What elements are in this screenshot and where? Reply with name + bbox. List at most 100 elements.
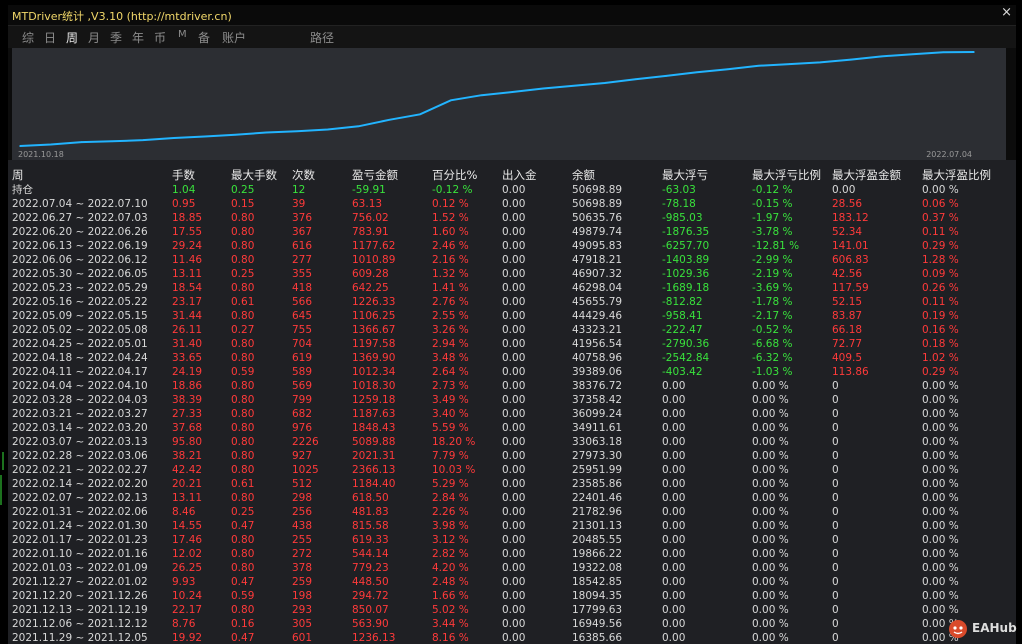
table-row: 2022.06.13 ~ 2022.06.19 29.24 0.80 616 1177.… xyxy=(8,239,1016,253)
col-week: 2022.02.28 ~ 2022.03.06 xyxy=(12,450,148,462)
col-percent: 2.46 % xyxy=(432,240,469,252)
col-max-float-profit: 0 xyxy=(832,562,839,574)
tab-day[interactable]: 日 xyxy=(44,29,56,46)
tab-path[interactable]: 路径 xyxy=(310,29,334,46)
col-max-float-loss-pct: 0.00 % xyxy=(752,632,789,644)
col-balance: 41956.54 xyxy=(572,338,623,350)
title-bar[interactable]: MTDriver统计 ,V3.10 (http://mtdriver.cn) × xyxy=(8,5,1016,26)
col-trades: 376 xyxy=(292,212,313,224)
equity-point xyxy=(265,131,267,134)
col-max-float-profit: 0 xyxy=(832,422,839,434)
col-max-float-loss: -1403.89 xyxy=(662,254,710,266)
col-max-float-profit-pct: 0.16 % xyxy=(922,324,959,336)
col-deposit: 0.00 xyxy=(502,548,526,560)
tab-note[interactable]: 备 xyxy=(198,29,210,46)
col-max-lots: 0.25 xyxy=(231,506,255,518)
col-max-float-loss: 0.00 xyxy=(662,450,686,462)
col-lots: 18.86 xyxy=(172,380,203,392)
col-week: 2022.05.02 ~ 2022.05.08 xyxy=(12,324,148,336)
tab-summary[interactable]: 综 xyxy=(22,29,34,46)
col-max-float-profit: 0 xyxy=(832,408,839,420)
equity-point xyxy=(727,68,729,70)
col-max-float-profit: 113.86 xyxy=(832,366,869,378)
tab-week[interactable]: 周 xyxy=(66,29,78,46)
col-max-float-profit-pct: 0.29 % xyxy=(922,240,959,252)
col-max-float-loss-pct: 0.00 % xyxy=(752,450,789,462)
equity-point xyxy=(80,141,83,143)
col-deposit: 0.00 xyxy=(502,576,526,588)
close-icon[interactable]: × xyxy=(1001,5,1012,20)
tab-account[interactable]: 账户 xyxy=(222,29,246,46)
col-week: 持仓 xyxy=(12,184,33,196)
col-lots: 10.24 xyxy=(172,590,203,602)
col-max-float-loss: 0.00 xyxy=(662,492,686,504)
col-max-lots: 0.61 xyxy=(231,296,255,308)
equity-point xyxy=(911,53,914,55)
equity-point xyxy=(173,137,175,139)
col-balance: 19866.22 xyxy=(572,548,623,560)
col-trades: 39 xyxy=(292,198,306,210)
col-lots: 38.21 xyxy=(172,450,203,462)
col-lots: 37.68 xyxy=(172,422,203,434)
col-pnl: 756.02 xyxy=(352,212,389,224)
col-max-float-profit-pct: 0.00 % xyxy=(922,604,959,616)
col-week: 2022.02.21 ~ 2022.02.27 xyxy=(12,464,148,476)
equity-point xyxy=(542,87,544,90)
col-max-lots: 0.15 xyxy=(231,198,255,210)
col-pnl: 63.13 xyxy=(352,198,383,210)
col-max-float-profit-pct: 0.00 % xyxy=(922,548,959,560)
col-week: 2022.01.17 ~ 2022.01.23 xyxy=(12,534,148,546)
col-balance: 49879.74 xyxy=(572,226,623,238)
col-max-float-loss-pct: -1.97 % xyxy=(752,212,793,224)
col-max-float-profit-pct: 0.00 % xyxy=(922,184,959,196)
col-max-float-loss-pct: 0.00 % xyxy=(752,422,789,434)
col-balance: 21301.13 xyxy=(572,520,623,532)
col-max-float-loss: -1689.18 xyxy=(662,282,710,294)
col-lots: 13.11 xyxy=(172,492,203,504)
table-row: 2021.11.29 ~ 2021.12.05 19.92 0.47 601 1236.… xyxy=(8,631,1016,644)
tab-quarter[interactable]: 季 xyxy=(110,29,122,46)
tab-m[interactable]: M xyxy=(178,29,187,40)
equity-point xyxy=(880,55,883,58)
table-row: 2022.05.23 ~ 2022.05.29 18.54 0.80 418 642.2… xyxy=(8,281,1016,295)
col-deposit: 0.00 xyxy=(502,436,526,448)
col-balance: 39389.06 xyxy=(572,366,623,378)
col-pnl: 783.91 xyxy=(352,226,389,238)
tab-month[interactable]: 月 xyxy=(88,29,100,46)
col-trades: 976 xyxy=(292,422,313,434)
header-pnl: 盈亏金额 xyxy=(352,168,398,182)
col-max-float-loss-pct: 0.00 % xyxy=(752,590,789,602)
equity-point xyxy=(511,91,514,93)
table-row: 2022.01.03 ~ 2022.01.09 26.25 0.80 378 779.2… xyxy=(8,561,1016,575)
col-max-lots: 0.16 xyxy=(231,618,255,630)
col-trades: 2226 xyxy=(292,436,319,448)
col-balance: 44429.46 xyxy=(572,310,623,322)
col-max-float-profit: 0 xyxy=(832,548,839,560)
tab-year[interactable]: 年 xyxy=(132,29,144,46)
table-row: 2022.04.11 ~ 2022.04.17 24.19 0.59 589 1012.… xyxy=(8,365,1016,379)
col-week: 2022.04.18 ~ 2022.04.24 xyxy=(12,352,148,364)
col-deposit: 0.00 xyxy=(502,352,526,364)
col-max-float-profit-pct: 1.28 % xyxy=(922,254,959,266)
col-week: 2022.05.16 ~ 2022.05.22 xyxy=(12,296,148,308)
tab-currency[interactable]: 币 xyxy=(154,29,166,46)
header-week: 周 xyxy=(12,168,24,182)
col-trades: 378 xyxy=(292,562,313,574)
col-week: 2022.03.14 ~ 2022.03.20 xyxy=(12,422,148,434)
col-lots: 38.39 xyxy=(172,394,203,406)
col-week: 2021.12.20 ~ 2021.12.26 xyxy=(12,590,148,602)
col-trades: 569 xyxy=(292,380,313,392)
col-max-float-loss-pct: 0.00 % xyxy=(752,548,789,560)
col-deposit: 0.00 xyxy=(502,394,526,406)
col-trades: 438 xyxy=(292,520,313,532)
col-lots: 31.44 xyxy=(172,310,203,322)
col-deposit: 0.00 xyxy=(502,268,526,280)
col-max-float-profit-pct: 0.18 % xyxy=(922,338,959,350)
col-balance: 20485.55 xyxy=(572,534,623,546)
col-max-float-profit: 0 xyxy=(832,590,839,602)
equity-point xyxy=(203,135,206,138)
col-max-lots: 0.80 xyxy=(231,254,255,266)
col-max-float-profit: 52.34 xyxy=(832,226,863,238)
col-deposit: 0.00 xyxy=(502,338,526,350)
header-max-float-loss: 最大浮亏 xyxy=(662,168,708,182)
